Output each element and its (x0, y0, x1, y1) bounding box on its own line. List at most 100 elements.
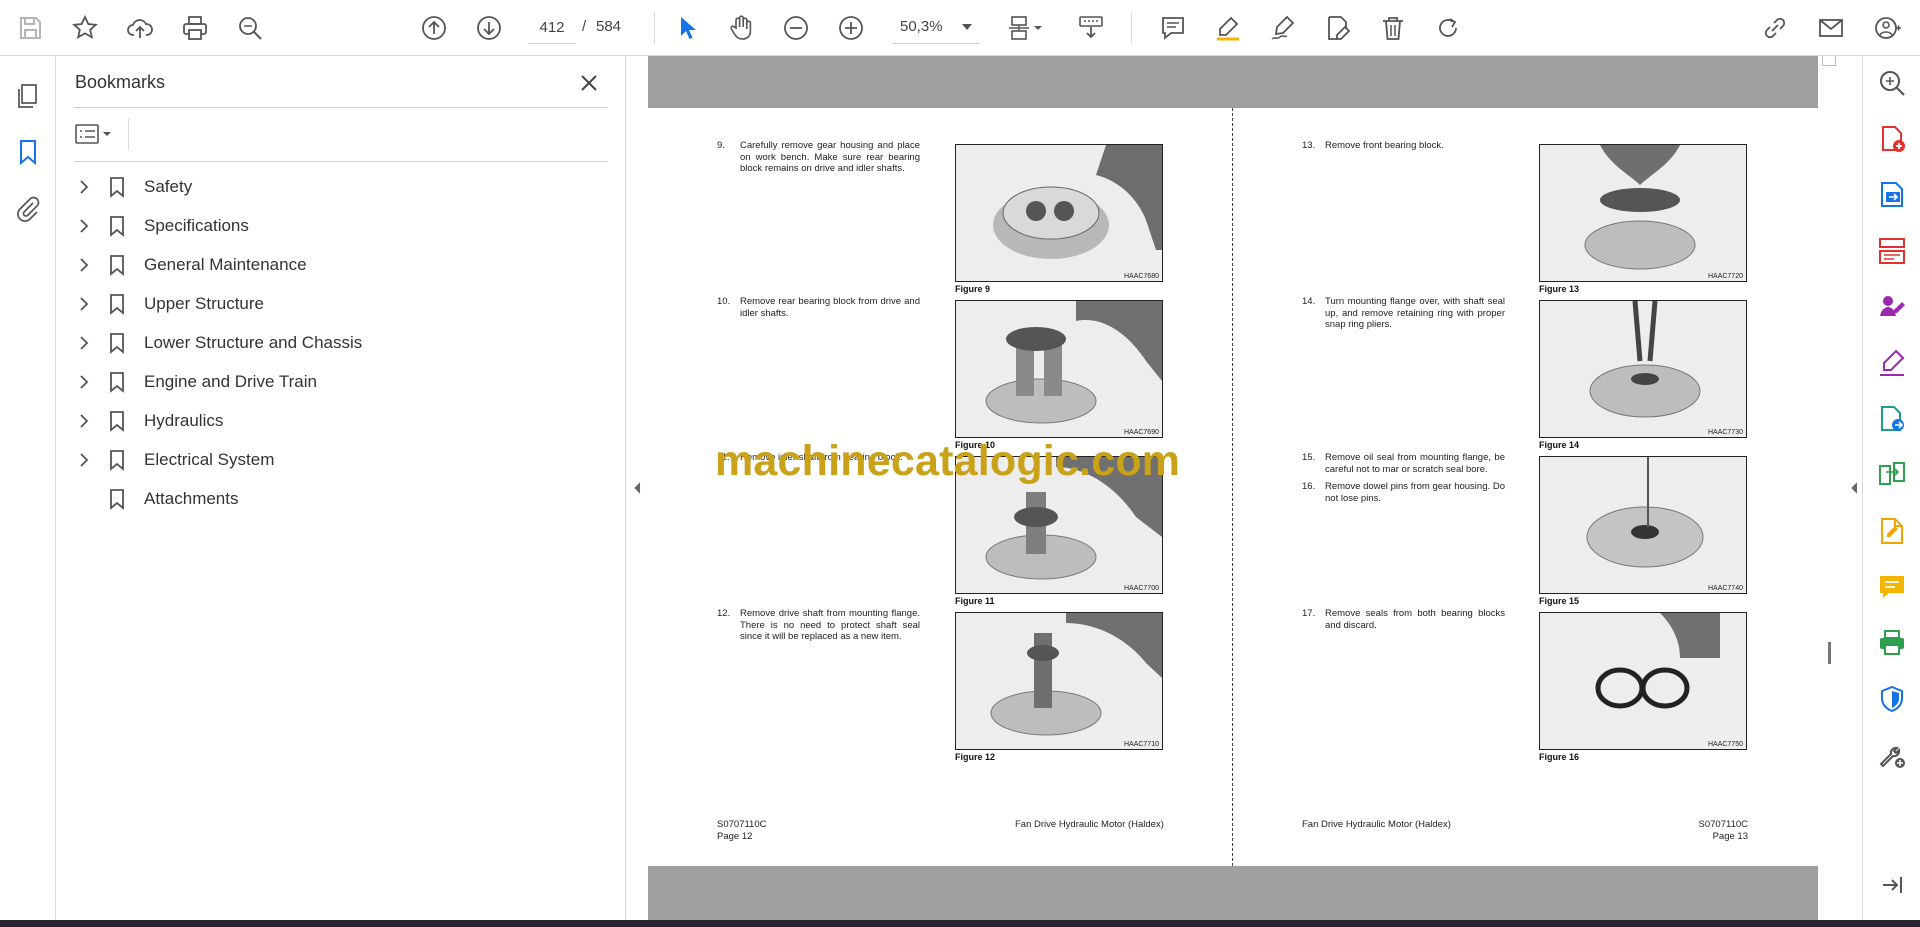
expand-panel-icon[interactable] (1875, 868, 1909, 902)
organize-pages-icon[interactable] (1875, 234, 1909, 268)
edit-pdf-icon[interactable] (1875, 514, 1909, 548)
zoom-level-dropdown[interactable]: 50,3% (892, 12, 980, 44)
page-fit-icon[interactable] (1002, 10, 1050, 46)
list-options-icon (75, 124, 111, 144)
chevron-right-icon[interactable] (70, 329, 98, 357)
upload-cloud-icon[interactable] (122, 10, 158, 46)
comment-tool-icon[interactable] (1875, 570, 1909, 604)
collapse-left-panel-icon[interactable] (631, 478, 643, 498)
bookmark-label: Engine and Drive Train (144, 372, 317, 391)
page-separator: / (582, 18, 587, 35)
bookmark-options-menu[interactable] (74, 118, 122, 150)
edit-text-icon[interactable] (1320, 10, 1356, 46)
compare-files-icon[interactable] (1875, 458, 1909, 492)
bookmark-item-attachments[interactable]: Attachments (70, 482, 610, 516)
document-viewport[interactable]: 9. Carefully remove gear housing and pla… (626, 56, 1862, 920)
figure-photo: HAAC7720 (1539, 144, 1747, 282)
comment-icon[interactable] (1155, 10, 1191, 46)
bookmarks-panel-icon[interactable] (8, 132, 48, 172)
figure-caption: Figure 15 (1539, 596, 1580, 606)
figure-code: HAAC7740 (1707, 585, 1743, 592)
chevron-right-icon[interactable] (70, 251, 98, 279)
bookmark-item-general-maintenance[interactable]: General Maintenance (70, 248, 610, 282)
protect-shield-icon[interactable] (1875, 682, 1909, 716)
previous-page-icon[interactable] (416, 10, 452, 46)
chevron-right-icon[interactable] (70, 368, 98, 396)
bookmark-item-electrical-system[interactable]: Electrical System (70, 443, 610, 477)
vertical-scrollbar[interactable] (1814, 56, 1862, 920)
account-help-icon[interactable] (1870, 10, 1906, 46)
draw-signature-icon[interactable] (1265, 10, 1301, 46)
close-icon[interactable] (574, 68, 604, 98)
fill-sign-icon[interactable] (1875, 346, 1909, 380)
bookmark-label: Lower Structure and Chassis (144, 333, 363, 352)
bookmark-icon (102, 407, 132, 435)
bookmark-item-engine-drive-train[interactable]: Engine and Drive Train (70, 365, 610, 399)
page-thumbnails-icon[interactable] (8, 76, 48, 116)
share-link-icon[interactable] (1757, 10, 1793, 46)
more-tools-icon[interactable] (1875, 738, 1909, 772)
delete-icon[interactable] (1375, 10, 1411, 46)
save-icon[interactable] (12, 10, 48, 46)
create-pdf-icon[interactable] (1875, 122, 1909, 156)
figure-caption: Figure 16 (1539, 752, 1580, 762)
figure-caption: Figure 12 (955, 752, 996, 762)
attachments-paperclip-icon[interactable] (8, 188, 48, 228)
bookmark-item-safety[interactable]: Safety (70, 170, 610, 204)
bookmark-label: Hydraulics (144, 411, 224, 430)
print-production-icon[interactable] (1875, 626, 1909, 660)
bookmark-label: Specifications (144, 216, 249, 235)
bookmark-icon (102, 290, 132, 318)
scroll-mode-icon[interactable] (1073, 10, 1109, 46)
bookmark-item-specifications[interactable]: Specifications (70, 209, 610, 243)
toolbar-divider (654, 12, 655, 44)
figure-code: HAAC7750 (1707, 741, 1743, 748)
select-cursor-icon[interactable] (668, 10, 704, 46)
send-for-review-icon[interactable] (1875, 402, 1909, 436)
bookmark-star-icon[interactable] (67, 10, 103, 46)
next-page-icon[interactable] (471, 10, 507, 46)
highlight-pen-icon[interactable] (1210, 10, 1246, 46)
chevron-down-icon (962, 24, 972, 30)
bookmark-item-hydraulics[interactable]: Hydraulics (70, 404, 610, 438)
bookmark-item-lower-structure[interactable]: Lower Structure and Chassis (70, 326, 610, 360)
step-text: Turn mounting flange over, with shaft se… (1325, 296, 1505, 330)
redo-rotate-icon[interactable] (1430, 10, 1466, 46)
zoom-out-icon[interactable] (778, 10, 814, 46)
bookmark-icon (102, 446, 132, 474)
print-icon[interactable] (177, 10, 213, 46)
chevron-right-icon[interactable] (70, 173, 98, 201)
scrollbar-thumb[interactable] (1822, 56, 1836, 66)
bookmark-label: Attachments (144, 489, 239, 508)
footer-page-number: Page 12 (717, 830, 753, 842)
chevron-right-icon[interactable] (70, 407, 98, 435)
chevron-right-icon[interactable] (70, 446, 98, 474)
request-signatures-icon[interactable] (1875, 290, 1909, 324)
step-number: 12. (717, 608, 731, 619)
step-number: 16. (1302, 481, 1316, 492)
chevron-right-icon[interactable] (70, 290, 98, 318)
page-number-input[interactable] (528, 12, 576, 44)
page-footer-left: S0707110C Page 12 (717, 819, 766, 842)
figure-caption: Figure 11 (955, 596, 995, 606)
zoom-search-icon[interactable] (1875, 66, 1909, 100)
figure-caption: Figure 9 (955, 284, 991, 294)
step-text: Remove drive shaft from mounting flange.… (740, 608, 920, 642)
hand-tool-icon[interactable] (723, 10, 759, 46)
chevron-right-icon[interactable] (70, 212, 98, 240)
figure-photo: HAAC7680 (955, 144, 1163, 282)
bookmark-icon (102, 173, 132, 201)
figure-photo: HAAC7740 (1539, 456, 1747, 594)
step-text: Remove front bearing block. (1325, 140, 1444, 151)
zoom-in-icon[interactable] (833, 10, 869, 46)
watermark-text: machinecatalogic.com (715, 437, 1181, 485)
page-total: 584 (596, 18, 622, 35)
scrollbar-grip[interactable] (1828, 642, 1831, 664)
email-icon[interactable] (1813, 10, 1849, 46)
search-zoom-icon[interactable] (232, 10, 268, 46)
bookmark-item-upper-structure[interactable]: Upper Structure (70, 287, 610, 321)
step-number: 9. (717, 140, 725, 151)
export-pdf-icon[interactable] (1875, 178, 1909, 212)
bookmark-label: Upper Structure (144, 294, 264, 313)
toolbar-divider (1131, 12, 1132, 44)
